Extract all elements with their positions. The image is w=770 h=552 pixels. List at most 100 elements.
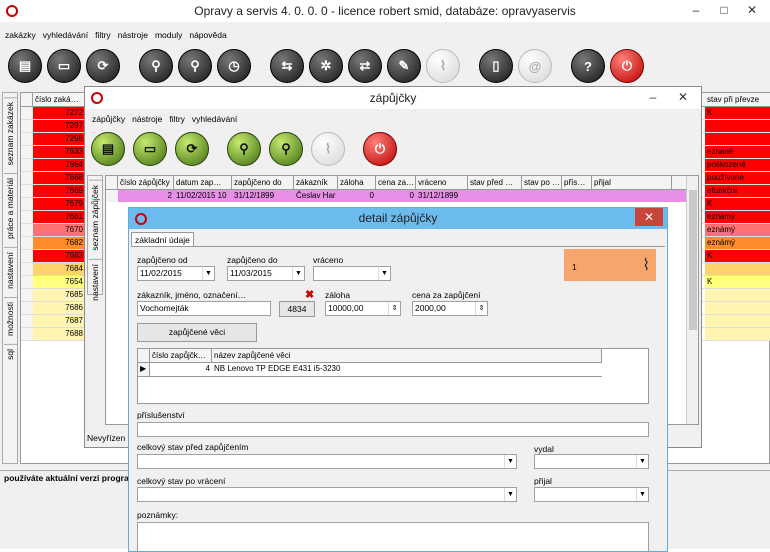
- table-row[interactable]: 2 11/02/2015 10 31/12/1899 Česlav Har 0 0 31/1…: [106, 190, 698, 202]
- loans-menu-item-0[interactable]: zápůjčky: [92, 114, 125, 124]
- loans-column-1[interactable]: datum zap…: [174, 176, 232, 189]
- menu-item-2[interactable]: filtry: [95, 30, 111, 40]
- customer-field[interactable]: Vochomejták: [137, 301, 271, 316]
- loans-menu-item-3[interactable]: vyhledávání: [192, 114, 237, 124]
- chevron-down-icon[interactable]: ▼: [636, 455, 648, 468]
- side-tab-3[interactable]: možnosti: [3, 297, 17, 341]
- deposit-field[interactable]: 10000,00 ⇕: [325, 301, 401, 316]
- detail-close-button[interactable]: ✕: [635, 208, 663, 226]
- row-selector[interactable]: [21, 146, 33, 158]
- side-tab-2[interactable]: nastavení: [3, 247, 17, 294]
- loans-minimize-button[interactable]: –: [639, 87, 667, 107]
- menu-item-3[interactable]: nástroje: [118, 30, 148, 40]
- filter-search-icon[interactable]: ⚲: [178, 49, 212, 83]
- loans-column-9[interactable]: přís…: [562, 176, 592, 189]
- loans-column-8[interactable]: stav po …: [522, 176, 562, 189]
- item-number-column[interactable]: číslo zapůjčk…: [150, 349, 212, 362]
- loans-column-7[interactable]: stav před …: [468, 176, 522, 189]
- note-icon[interactable]: ✎: [387, 49, 421, 83]
- item-name-column[interactable]: název zapůjčené věci: [212, 349, 602, 362]
- chevron-down-icon[interactable]: ▼: [504, 488, 516, 501]
- loans-column-2[interactable]: zapůjčeno do: [232, 176, 294, 189]
- row-selector[interactable]: [21, 289, 33, 301]
- order-number-column[interactable]: číslo zaká…: [33, 93, 85, 106]
- folder-icon[interactable]: ▭: [133, 132, 167, 166]
- row-selector[interactable]: [21, 250, 33, 262]
- menu-item-4[interactable]: moduly: [155, 30, 182, 40]
- row-selector[interactable]: [21, 133, 33, 145]
- accessories-field[interactable]: [137, 422, 649, 437]
- row-selector[interactable]: [106, 190, 118, 202]
- chevron-down-icon[interactable]: ▼: [504, 455, 516, 468]
- loans-column-10[interactable]: přijal: [592, 176, 672, 189]
- chevron-down-icon[interactable]: ▼: [202, 267, 214, 280]
- filter-search-icon[interactable]: ⚲: [269, 132, 303, 166]
- clock-icon[interactable]: ◷: [217, 49, 251, 83]
- row-selector[interactable]: [21, 120, 33, 132]
- power-icon[interactable]: ⏻: [610, 49, 644, 83]
- lent-to-field[interactable]: 11/03/2015 ▼: [227, 266, 305, 281]
- maximize-button[interactable]: □: [710, 0, 738, 20]
- help-icon[interactable]: ?: [571, 49, 605, 83]
- state-column[interactable]: stav při převze: [705, 93, 770, 106]
- settings-icon[interactable]: ✲: [309, 49, 343, 83]
- attachment-icon[interactable]: ⌇: [426, 49, 460, 83]
- row-selector[interactable]: [21, 302, 33, 314]
- spin-icon[interactable]: ⇕: [388, 302, 400, 315]
- phone-icon[interactable]: ▯: [479, 49, 513, 83]
- transfer-icon[interactable]: ⇆: [270, 49, 304, 83]
- chevron-down-icon[interactable]: ▼: [292, 267, 304, 280]
- tab-basic-info[interactable]: základní údaje: [131, 232, 194, 246]
- loans-column-3[interactable]: zákazník: [294, 176, 338, 189]
- row-selector[interactable]: [21, 107, 33, 119]
- received-by-field[interactable]: ▼: [534, 487, 649, 502]
- loans-scrollbar[interactable]: [686, 176, 698, 424]
- attachment-badge[interactable]: 1 ⌇: [564, 249, 656, 281]
- row-selector[interactable]: [21, 263, 33, 275]
- lent-items-button[interactable]: zapůjčené věci: [137, 323, 257, 342]
- search-icon[interactable]: ⚲: [227, 132, 261, 166]
- row-selector[interactable]: [21, 198, 33, 210]
- menu-item-0[interactable]: zakázky: [5, 30, 36, 40]
- close-button[interactable]: ✕: [738, 0, 766, 20]
- row-selector[interactable]: [21, 328, 33, 340]
- notes-field[interactable]: [137, 522, 649, 551]
- clear-customer-icon[interactable]: ✖: [305, 288, 314, 301]
- folder-icon[interactable]: ▭: [47, 49, 81, 83]
- returned-field[interactable]: ▼: [313, 266, 391, 281]
- state-after-field[interactable]: ▼: [137, 487, 517, 502]
- row-selector[interactable]: [21, 211, 33, 223]
- side-tab-4[interactable]: sql: [3, 344, 17, 365]
- document-icon[interactable]: ▤: [8, 49, 42, 83]
- loans-column-5[interactable]: cena za…: [376, 176, 416, 189]
- power-icon[interactable]: ⏻: [363, 132, 397, 166]
- database-sync-icon[interactable]: ⟳: [86, 49, 120, 83]
- loans-menu-item-2[interactable]: filtry: [169, 114, 185, 124]
- database-sync-icon[interactable]: ⟳: [175, 132, 209, 166]
- loans-side-tab-0[interactable]: seznam zápůjček: [88, 180, 102, 255]
- row-selector[interactable]: [21, 224, 33, 236]
- list-item[interactable]: ▶ 4 NB Lenovo TP EDGE E431 i5-3230: [138, 363, 602, 377]
- row-selector[interactable]: [21, 315, 33, 327]
- minimize-button[interactable]: –: [682, 0, 710, 20]
- row-selector[interactable]: [21, 185, 33, 197]
- loans-close-button[interactable]: ✕: [669, 87, 697, 107]
- spin-icon[interactable]: ⇕: [475, 302, 487, 315]
- price-field[interactable]: 2000,00 ⇕: [412, 301, 488, 316]
- attachment-icon[interactable]: ⌇: [311, 132, 345, 166]
- customer-id-button[interactable]: 4834: [279, 301, 315, 317]
- chevron-down-icon[interactable]: ▼: [378, 267, 390, 280]
- loans-side-tab-1[interactable]: nastavení: [88, 258, 102, 305]
- menu-item-1[interactable]: vyhledávání: [43, 30, 88, 40]
- exchange-icon[interactable]: ⇄: [348, 49, 382, 83]
- at-sign-icon[interactable]: @: [518, 49, 552, 83]
- row-selector[interactable]: [21, 159, 33, 171]
- loans-column-0[interactable]: číslo zápůjčky: [118, 176, 174, 189]
- side-tab-1[interactable]: práce a materiál: [3, 173, 17, 244]
- issued-by-field[interactable]: ▼: [534, 454, 649, 469]
- loans-column-4[interactable]: záloha: [338, 176, 376, 189]
- state-before-field[interactable]: ▼: [137, 454, 517, 469]
- document-icon[interactable]: ▤: [91, 132, 125, 166]
- loans-menu-item-1[interactable]: nástroje: [132, 114, 162, 124]
- menu-item-5[interactable]: nápověda: [189, 30, 226, 40]
